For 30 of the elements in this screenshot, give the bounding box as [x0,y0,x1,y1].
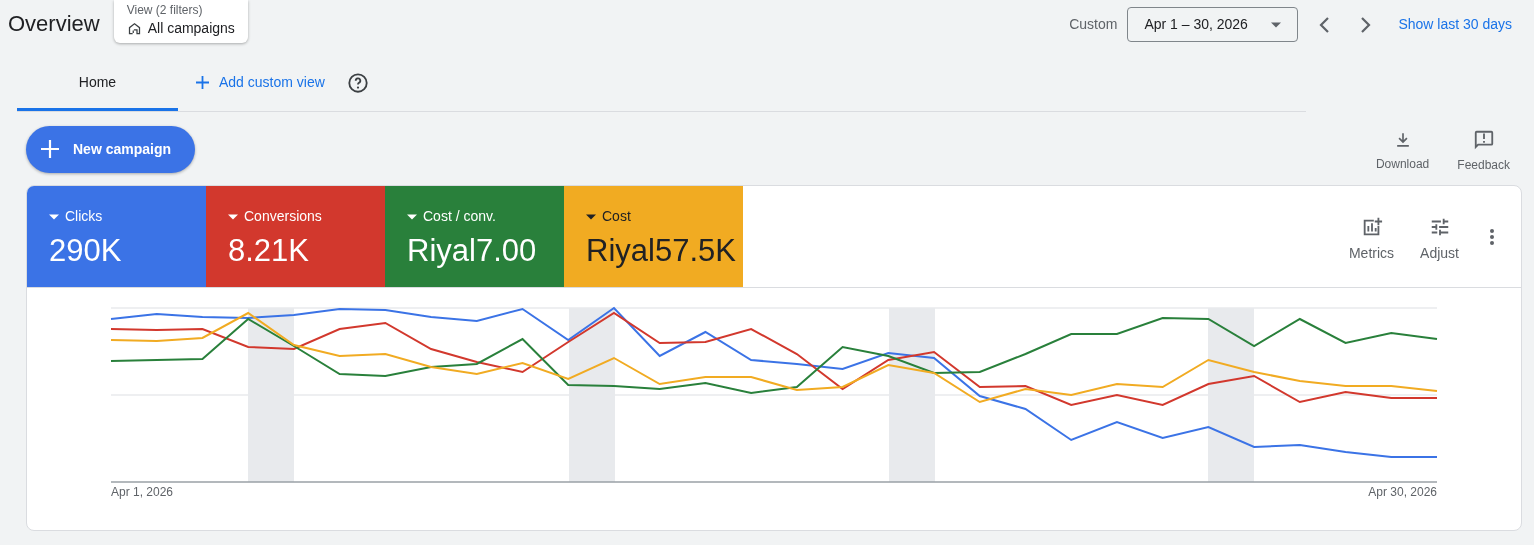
help-icon[interactable] [346,71,369,94]
view-filter-button[interactable]: View (2 filters) All campaigns [113,0,248,43]
metric-tile[interactable]: Clicks 290K [27,186,206,287]
next-icon[interactable] [1358,15,1373,34]
caret-icon [586,213,596,220]
dropdown-caret-icon [1271,21,1282,28]
add-custom-view-button[interactable]: Add custom view [196,72,325,93]
show-last-30-days-link[interactable]: Show last 30 days [1398,14,1512,35]
range-label: Custom [1069,15,1118,34]
axis-label: Apr 30, 2026 [1368,484,1437,501]
download-button[interactable]: Download [1371,129,1434,173]
adjust-button[interactable]: Adjust [1420,215,1459,264]
metrics-button[interactable]: Metrics [1348,215,1395,264]
caret-icon [407,213,417,220]
page-title: Overview [8,10,100,38]
caret-icon [49,213,59,220]
plus-icon [196,76,209,89]
metric-tile[interactable]: Conversions 8.21K [206,186,385,287]
feedback-button[interactable]: Feedback [1453,128,1514,174]
tab[interactable]: Home [17,54,178,111]
new-campaign-button[interactable]: New campaign [26,125,195,173]
feedback-icon [1472,128,1495,151]
metric-tile[interactable]: Cost Riyal57.5K [564,186,743,287]
home-icon [126,20,142,36]
caret-icon [228,213,238,220]
plus-icon [41,140,59,158]
metric-tile[interactable]: Cost / conv. Riyal7.00 [385,186,564,287]
axis-label: Apr 1, 2026 [111,484,174,501]
date-range-dropdown[interactable]: Apr 1 – 30, 2026 [1127,7,1299,42]
more-options-icon[interactable] [1489,227,1495,246]
